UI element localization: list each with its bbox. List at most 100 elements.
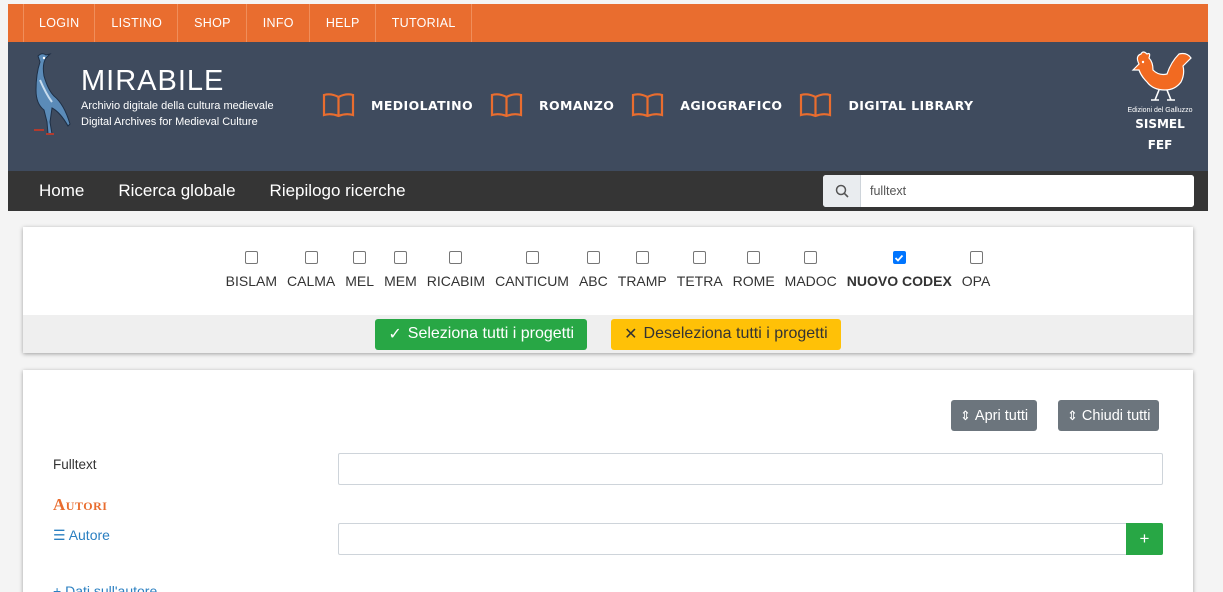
project-checkbox[interactable]: [353, 251, 367, 264]
project-checkbox[interactable]: [586, 251, 600, 264]
nav-riepilogo-ricerche[interactable]: Riepilogo ricerche: [270, 171, 406, 211]
menu-login[interactable]: LOGIN: [23, 4, 96, 42]
checkmark-icon: [895, 254, 904, 262]
publisher-line-2: FEF: [1147, 138, 1173, 152]
project-label: CALMA: [287, 273, 336, 289]
open-book-icon: [322, 93, 355, 118]
section-romanzo[interactable]: ROMANZO: [490, 92, 614, 118]
project-selector: BISLAM CALMA MEL MEM RICABIM CANTICUM ABC TRAMP…: [23, 227, 1193, 353]
project-checkbox[interactable]: [693, 251, 707, 264]
brand-subtitle-en: Digital Archives for Medieval Culture: [81, 116, 258, 128]
project-checkbox[interactable]: [304, 251, 318, 264]
publisher-line-1: SISMEL: [1135, 117, 1185, 131]
project-checkbox[interactable]: [449, 251, 463, 264]
button-label: Seleziona tutti i progetti: [407, 325, 575, 342]
autore-label: Autore: [68, 527, 110, 543]
autore-input[interactable]: [338, 523, 1127, 555]
project-checkbox[interactable]: [969, 251, 983, 264]
search-form: ⇕ Apri tutti ⇕ Chiudi tutti Fulltext Autor…: [23, 370, 1193, 592]
project-bislam[interactable]: BISLAM: [226, 251, 277, 315]
project-checkbox[interactable]: [244, 251, 258, 264]
button-label: Deseleziona tutti i progetti: [643, 325, 828, 342]
project-checkbox[interactable]: [804, 251, 818, 264]
project-label: TRAMP: [617, 273, 667, 289]
project-checkbox[interactable]: [635, 251, 649, 264]
project-mel[interactable]: MEL: [345, 251, 374, 315]
project-label: RICABIM: [426, 273, 486, 289]
rooster-icon: [1131, 51, 1192, 101]
open-book-icon: [800, 93, 832, 118]
add-autore-button[interactable]: +: [1126, 523, 1163, 555]
section-label: ROMANZO: [538, 97, 615, 113]
project-rome[interactable]: ROME: [733, 251, 775, 315]
autori-heading: Autori: [53, 495, 108, 514]
menu-shop[interactable]: SHOP: [178, 4, 247, 42]
section-mediolatino[interactable]: MEDIOLATINO: [322, 92, 473, 118]
project-tetra[interactable]: TETRA: [677, 251, 723, 315]
fulltext-input[interactable]: [338, 453, 1163, 485]
fulltext-label: Fulltext: [53, 457, 97, 472]
section-digital-library[interactable]: DIGITAL LIBRARY: [799, 92, 973, 118]
project-label: CANTICUM: [495, 273, 569, 289]
section-label: MEDIOLATINO: [371, 97, 473, 113]
brand: MIRABILE Archivio digitale della cultura…: [81, 66, 274, 130]
project-label: ABC: [578, 273, 608, 289]
project-madoc[interactable]: MADOC: [785, 251, 837, 315]
project-nuovo-codex[interactable]: NUOVO CODEX: [847, 251, 952, 315]
project-checkbox[interactable]: [747, 251, 761, 264]
project-tramp[interactable]: TRAMP: [618, 251, 667, 315]
button-label: Apri tutti: [974, 407, 1029, 424]
project-checkbox[interactable]: [525, 251, 539, 264]
nav-home[interactable]: Home: [39, 171, 84, 211]
project-label: TETRA: [676, 273, 723, 289]
project-label: NUOVO CODEX: [846, 273, 952, 289]
menu-help[interactable]: HELP: [310, 4, 376, 42]
project-abc[interactable]: ABC: [579, 251, 608, 315]
brand-subtitle-it: Archivio digitale della cultura medieval…: [81, 100, 274, 112]
project-label: OPA: [961, 273, 991, 289]
project-checkbox[interactable]: [393, 251, 407, 264]
heron-logo-icon[interactable]: [24, 50, 76, 138]
search-icon[interactable]: [823, 175, 861, 207]
project-label: MEL: [345, 273, 375, 289]
search-box: [823, 175, 1194, 207]
menu-tutorial[interactable]: TUTORIAL: [376, 4, 472, 42]
project-ricabim[interactable]: RICABIM: [427, 251, 485, 315]
project-label: MEM: [384, 273, 417, 289]
dati-autore-toggle[interactable]: + Dati sull'autore: [53, 583, 157, 592]
plus-icon: +: [53, 583, 62, 592]
check-icon: ✓: [388, 326, 402, 343]
button-label: Chiudi tutti: [1081, 407, 1151, 424]
section-links: MEDIOLATINO ROMANZO AGIOGRAFICO DIGITAL …: [322, 92, 990, 118]
search-input[interactable]: [861, 175, 1194, 207]
deselect-all-projects-button[interactable]: ✕ Deseleziona tutti i progetti: [611, 318, 841, 350]
menu-listino[interactable]: LISTINO: [95, 4, 179, 42]
brand-name[interactable]: MIRABILE: [81, 66, 274, 96]
project-mem[interactable]: MEM: [384, 251, 417, 315]
project-label: ROME: [732, 273, 775, 289]
autore-field-toggle[interactable]: ☰ Autore: [53, 527, 110, 544]
page: LOGIN LISTINO SHOP INFO HELP TUTORIAL MI…: [8, 4, 1208, 592]
project-checkbox[interactable]: [892, 251, 906, 264]
site-header: MIRABILE Archivio digitale della cultura…: [8, 42, 1208, 171]
menu-info[interactable]: INFO: [247, 4, 310, 42]
project-checkbox-row: BISLAM CALMA MEL MEM RICABIM CANTICUM ABC TRAMP…: [23, 227, 1193, 315]
nav-ricerca-globale[interactable]: Ricerca globale: [118, 171, 235, 211]
project-label: BISLAM: [225, 273, 278, 289]
project-calma[interactable]: CALMA: [287, 251, 335, 315]
main-nav: Home Ricerca globale Riepilogo ricerche: [8, 171, 1208, 211]
list-icon: ☰: [53, 527, 66, 543]
x-icon: ✕: [624, 326, 638, 343]
select-all-projects-button[interactable]: ✓ Seleziona tutti i progetti: [375, 318, 588, 350]
open-all-button[interactable]: ⇕ Apri tutti: [951, 400, 1038, 431]
close-all-button[interactable]: ⇕ Chiudi tutti: [1058, 400, 1160, 431]
dati-autore-label: Dati sull'autore: [65, 583, 158, 592]
section-label: AGIOGRAFICO: [680, 97, 783, 113]
collapse-icon: ⇕: [1067, 407, 1078, 423]
section-agiografico[interactable]: AGIOGRAFICO: [631, 92, 782, 118]
project-opa[interactable]: OPA: [961, 251, 991, 315]
project-selector-actions: ✓ Seleziona tutti i progetti ✕ Deseleziona…: [23, 315, 1193, 353]
expand-icon: ⇕: [960, 407, 971, 423]
publisher-logo[interactable]: Edizioni del Galluzzo SISMEL FEF: [1122, 48, 1198, 156]
project-canticum[interactable]: CANTICUM: [495, 251, 569, 315]
